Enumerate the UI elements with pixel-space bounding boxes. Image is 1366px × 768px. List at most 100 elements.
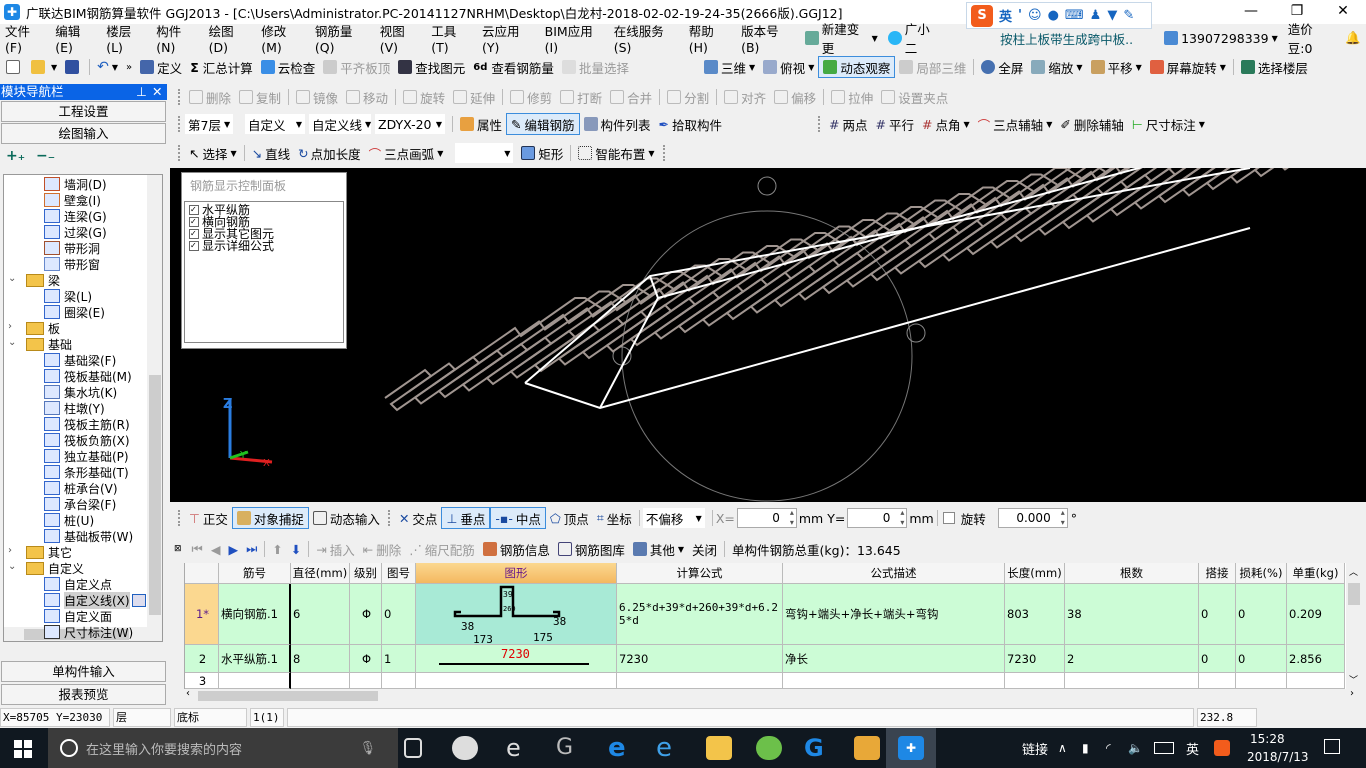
move-up-button[interactable]: ⬆ bbox=[268, 538, 286, 560]
user-account[interactable]: 13907298339 ▼ bbox=[1159, 31, 1283, 46]
ie-gray-icon[interactable]: e bbox=[506, 736, 532, 760]
scale-rebar-button[interactable]: ⋰ 缩尺配筋 bbox=[405, 538, 479, 560]
mic-icon[interactable]: ● bbox=[1048, 8, 1059, 23]
settings-wrench-icon[interactable]: ✎ bbox=[1123, 8, 1134, 23]
offset-button[interactable]: 偏移 bbox=[770, 86, 820, 108]
menu-floor[interactable]: 楼层(L) bbox=[101, 21, 151, 55]
point-length-button[interactable]: ↻ 点加长度 bbox=[294, 142, 365, 164]
browser-360-icon[interactable] bbox=[756, 736, 782, 760]
tree-item[interactable]: 基础板带(W) bbox=[44, 528, 133, 544]
ime-toolbar[interactable]: S 英 ' ☺ ● ⌨ ♟ ▼ ✎ bbox=[966, 2, 1152, 29]
cell-formula-desc[interactable]: 净长 bbox=[783, 645, 1005, 673]
subtype-select[interactable]: 自定义线 ▼ bbox=[309, 114, 371, 134]
tree-item[interactable]: 带形窗 bbox=[44, 256, 100, 272]
tree-item[interactable]: 承台梁(F) bbox=[44, 496, 116, 512]
tree-item[interactable]: 板 bbox=[26, 320, 60, 336]
line-button[interactable]: ↘ 直线 bbox=[248, 142, 295, 164]
single-input-button[interactable]: 单构件输入 bbox=[1, 661, 166, 682]
menu-rebar[interactable]: 钢筋量(Q) bbox=[310, 21, 375, 55]
view-rebar-button[interactable]: 6d 查看钢筋量 bbox=[469, 56, 558, 78]
properties-button[interactable]: 属性 bbox=[456, 113, 506, 135]
coordinate-button[interactable]: ⌗ 坐标 bbox=[593, 507, 636, 529]
cell-shape-no[interactable] bbox=[382, 673, 416, 689]
tree-item[interactable]: 梁(L) bbox=[44, 288, 92, 304]
cell-formula[interactable]: 7230 bbox=[617, 645, 783, 673]
object-snap-button[interactable]: 对象捕捉 bbox=[231, 507, 309, 529]
windows-start-icon[interactable] bbox=[14, 740, 32, 758]
rotate-button[interactable]: 旋转 bbox=[399, 86, 449, 108]
ie-icon[interactable]: e bbox=[656, 735, 682, 761]
tree-item[interactable]: 基础梁(F) bbox=[44, 352, 116, 368]
sum-button[interactable]: Σ 汇总计算 bbox=[186, 56, 257, 78]
keyboard-icon[interactable] bbox=[1154, 742, 1174, 754]
checkbox[interactable]: ✓ bbox=[189, 241, 199, 251]
menu-component[interactable]: 构件(N) bbox=[151, 21, 203, 55]
offset-select[interactable]: 不偏移 ▼ bbox=[642, 508, 705, 528]
checkbox[interactable]: ✓ bbox=[189, 205, 199, 215]
set-grip-button[interactable]: 设置夹点 bbox=[877, 86, 952, 108]
rebar-3d-view[interactable]: Z Y X bbox=[170, 168, 1366, 502]
three-point-axis-button[interactable]: ⌒ 三点辅轴 ▼ bbox=[974, 113, 1057, 135]
cell-diameter[interactable] bbox=[291, 673, 350, 689]
tree-item[interactable]: 自定义面 bbox=[44, 608, 112, 624]
rebar-display-option[interactable]: ✓ 显示详细公式 bbox=[189, 240, 339, 252]
tree-item[interactable]: 圈梁(E) bbox=[44, 304, 105, 320]
menu-online[interactable]: 在线服务(S) bbox=[609, 21, 684, 55]
floor-select[interactable]: 第7层 ▼ bbox=[185, 114, 233, 134]
select-floor-button[interactable]: 选择楼层 bbox=[1237, 56, 1312, 78]
file-explorer-icon[interactable] bbox=[706, 736, 732, 760]
select-button[interactable]: ↖ 选择 ▼ bbox=[185, 142, 241, 164]
checkbox[interactable]: ✓ bbox=[189, 229, 199, 239]
tree-toggle-icon[interactable]: › bbox=[8, 321, 12, 332]
new-file-button[interactable] bbox=[2, 56, 27, 78]
menu-view[interactable]: 视图(V) bbox=[375, 21, 427, 55]
tray-expand-icon[interactable]: ∧ bbox=[1058, 741, 1067, 755]
cell-formula[interactable]: 6.25*d+39*d+260+39*d+6.25*d bbox=[617, 584, 783, 645]
tree-item[interactable]: 条形基础(T) bbox=[44, 464, 129, 480]
ime-lang-tray[interactable]: 英 bbox=[1186, 739, 1199, 758]
nav-close-icon[interactable]: ✕ bbox=[152, 84, 162, 100]
zoom-button[interactable]: 缩放 ▼ bbox=[1027, 56, 1086, 78]
cell-length[interactable]: 7230 bbox=[1005, 645, 1065, 673]
type-select[interactable]: 自定义 ▼ bbox=[245, 114, 305, 134]
fullscreen-button[interactable]: 全屏 bbox=[977, 56, 1027, 78]
batch-select-button[interactable]: 批量选择 bbox=[558, 56, 633, 78]
break-button[interactable]: 打断 bbox=[556, 86, 606, 108]
edge-icon[interactable]: e bbox=[608, 735, 634, 761]
intersection-button[interactable]: ✕ 交点 bbox=[395, 507, 442, 529]
tip-link[interactable]: 按柱上板带生成跨中板.. bbox=[995, 29, 1149, 48]
extend-button[interactable]: 延伸 bbox=[449, 86, 499, 108]
pick-component-button[interactable]: ✒ 拾取构件 bbox=[655, 113, 727, 135]
tree-item[interactable]: 筏板主筋(R) bbox=[44, 416, 130, 432]
tree-item[interactable]: 筏板基础(M) bbox=[44, 368, 132, 384]
ime-lang[interactable]: 英 bbox=[999, 6, 1012, 25]
parallel-axis-button[interactable]: # 平行 bbox=[872, 113, 919, 135]
cloud-check-button[interactable]: 云检查 bbox=[257, 56, 320, 78]
cell-row-number[interactable]: 2 bbox=[185, 645, 219, 673]
menu-modify[interactable]: 修改(M) bbox=[256, 21, 310, 55]
tree-item[interactable]: 集水坑(K) bbox=[44, 384, 117, 400]
tree-item[interactable]: 过梁(G) bbox=[44, 224, 107, 240]
checkbox[interactable]: ✓ bbox=[189, 217, 199, 227]
pan-button[interactable]: 平移 ▼ bbox=[1087, 56, 1146, 78]
table-vscrollbar[interactable]: ︿ ﹀ bbox=[1346, 563, 1362, 689]
3d-button[interactable]: 三维 ▼ bbox=[700, 56, 759, 78]
cell-row-number[interactable]: 1* bbox=[185, 584, 219, 645]
pin-icon[interactable]: ⊥ bbox=[136, 84, 147, 100]
find-button[interactable]: 查找图元 bbox=[394, 56, 469, 78]
dynamic-view-button[interactable]: 动态观察 bbox=[818, 56, 896, 78]
rotate-checkbox[interactable] bbox=[942, 512, 955, 524]
cell-formula-desc[interactable] bbox=[783, 673, 1005, 689]
menu-bim[interactable]: BIM应用(I) bbox=[540, 21, 609, 55]
grid-close-icon[interactable]: ⊠ bbox=[174, 544, 182, 554]
cell-lap[interactable]: 0 bbox=[1199, 645, 1236, 673]
vertex-button[interactable]: ⬠ 顶点 bbox=[546, 507, 593, 529]
y-input[interactable]: 0 bbox=[847, 508, 908, 528]
prev-row-button[interactable]: ◀ bbox=[207, 538, 225, 560]
arc-button[interactable]: ⌒ 三点画弧 ▼ bbox=[365, 142, 448, 164]
menu-cloud[interactable]: 云应用(Y) bbox=[477, 21, 540, 55]
cell-formula-desc[interactable]: 弯钩+端头+净长+端头+弯钩 bbox=[783, 584, 1005, 645]
tree-item[interactable]: 带形洞 bbox=[44, 240, 100, 256]
angle-input[interactable]: 0.000 bbox=[997, 508, 1068, 528]
local-3d-button[interactable]: 局部三维 bbox=[895, 56, 970, 78]
